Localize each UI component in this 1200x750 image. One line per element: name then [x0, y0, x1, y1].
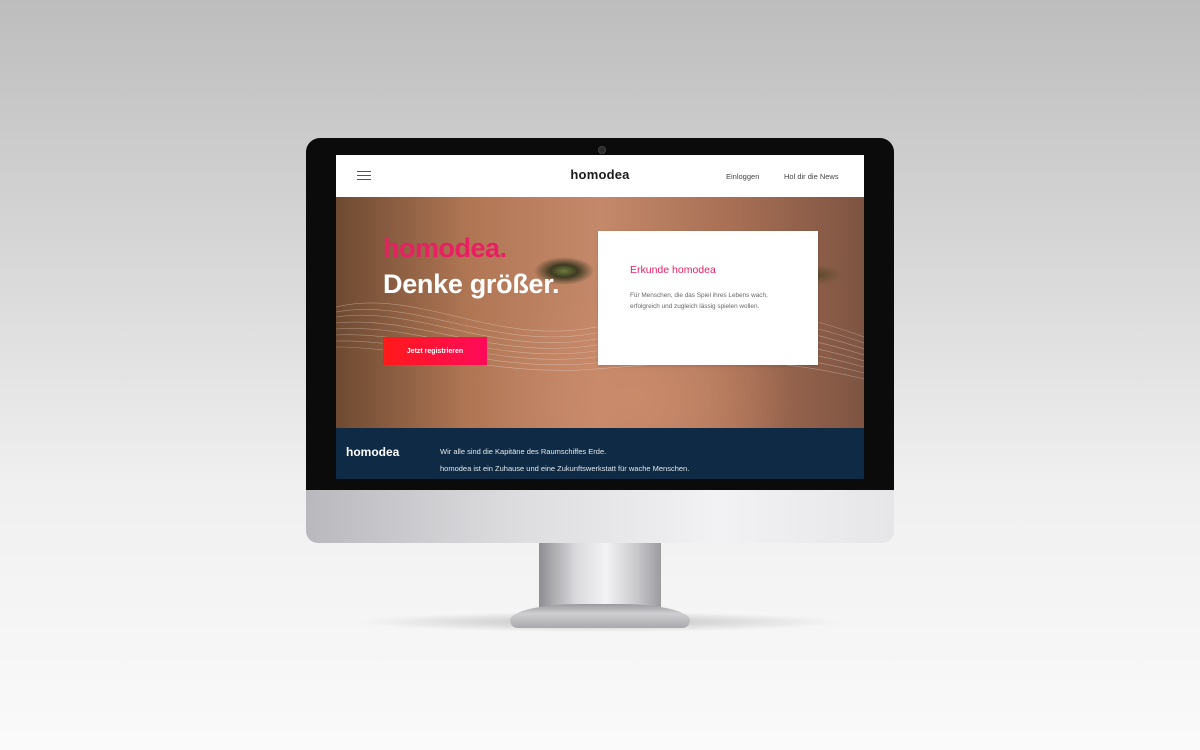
website-screen: homodea Einloggen Hol dir die News homod…: [336, 155, 864, 479]
explore-card[interactable]: Erkunde homodea Für Menschen, die das Sp…: [598, 231, 818, 365]
monitor-chin: [306, 489, 894, 543]
webcam-icon: [598, 146, 606, 154]
footer-logo: homodea: [346, 445, 400, 459]
hero-slogan: Denke größer.: [383, 269, 560, 299]
mission-band: homodea Wir alle sind die Kapitäne des R…: [336, 428, 864, 479]
monitor-stand-neck: [539, 543, 661, 607]
card-text: Für Menschen, die das Spiel ihres Lebens…: [630, 292, 768, 310]
mission-line-2: homodea ist ein Zuhause und eine Zukunft…: [440, 464, 690, 473]
register-button[interactable]: Jetzt registrieren: [383, 337, 487, 365]
monitor-stand-base: [510, 604, 690, 628]
newsletter-link[interactable]: Hol dir die News: [784, 172, 839, 181]
card-title: Erkunde homodea: [630, 264, 716, 276]
hero-logo: homodea.: [383, 233, 507, 263]
top-navigation: homodea Einloggen Hol dir die News: [336, 155, 864, 197]
mission-line-1: Wir alle sind die Kapitäne des Raumschif…: [440, 447, 607, 456]
login-link[interactable]: Einloggen: [726, 172, 759, 181]
hero-section: homodea. Denke größer. Jetzt registriere…: [336, 197, 864, 428]
